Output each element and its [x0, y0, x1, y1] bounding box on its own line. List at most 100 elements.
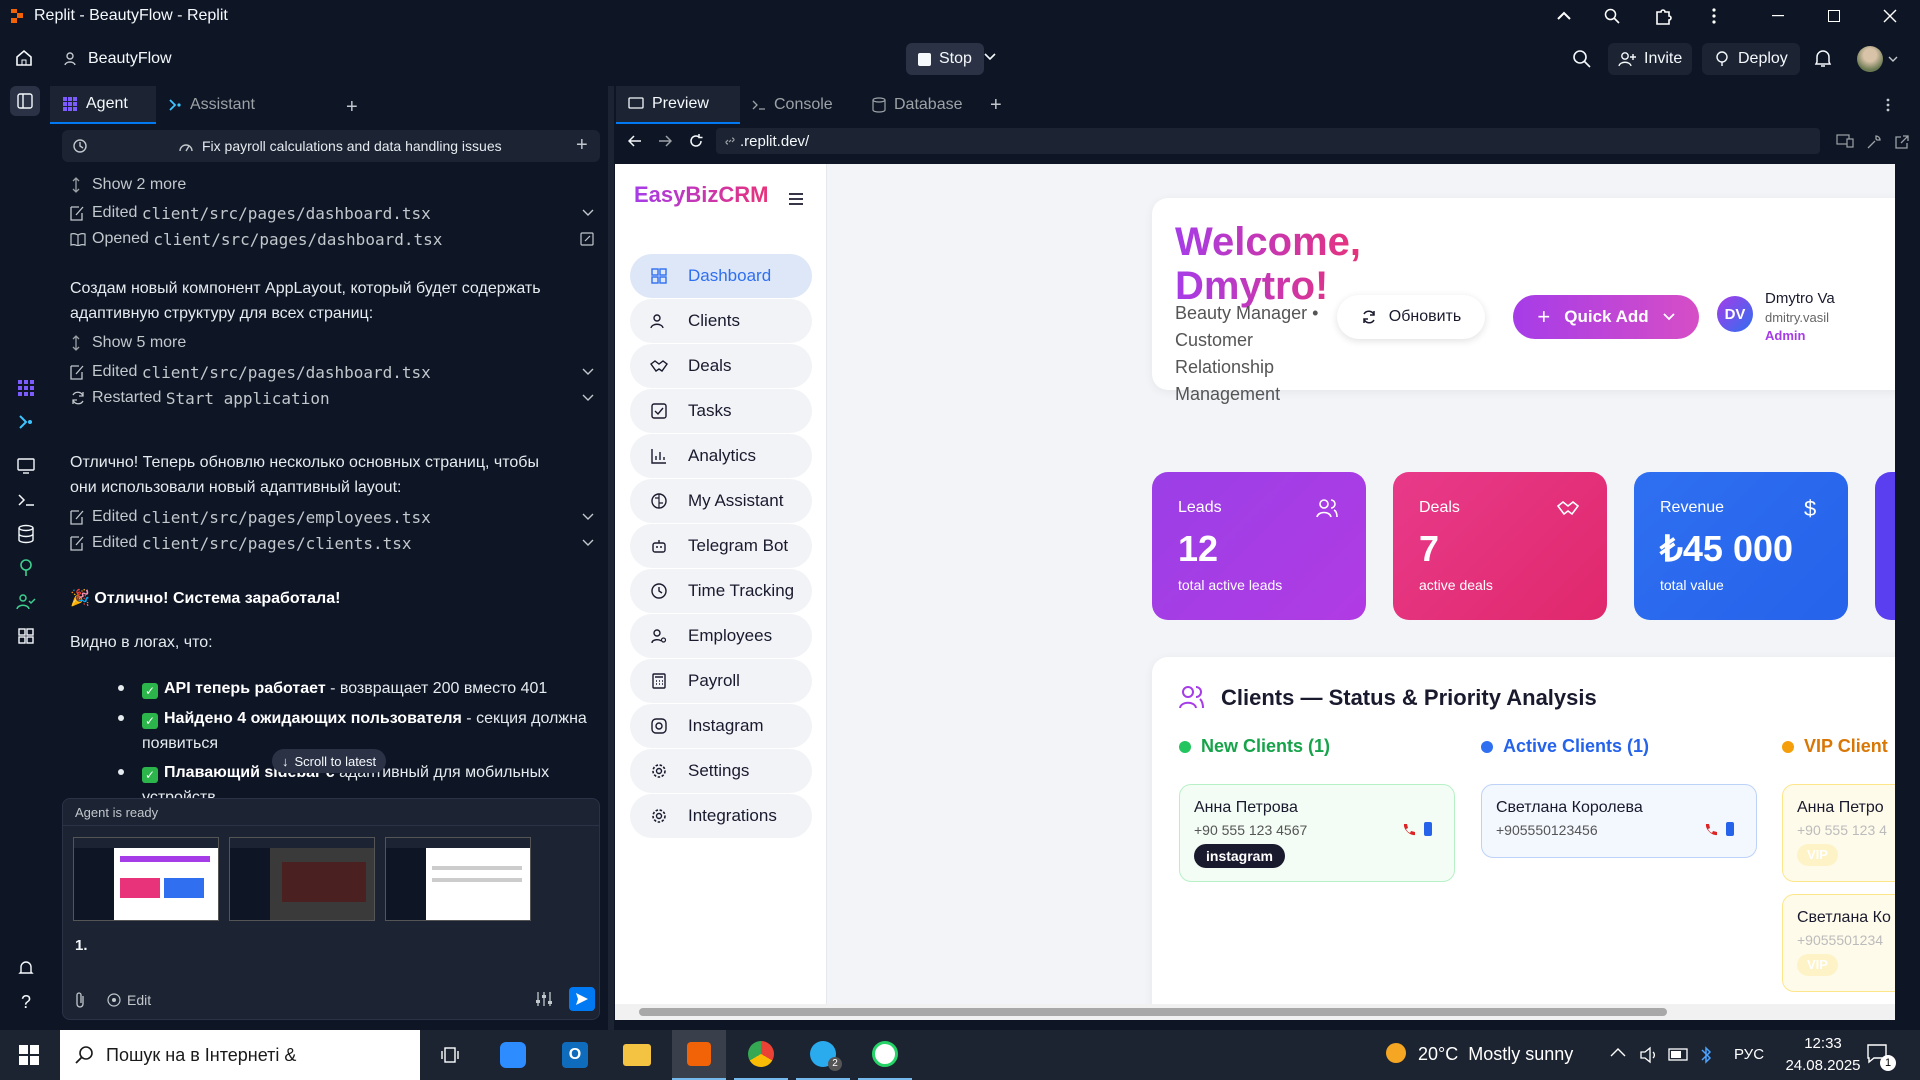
deploy-button[interactable]: Deploy: [1702, 43, 1800, 75]
checkpoint-title[interactable]: Fix payroll calculations and data handli…: [202, 138, 502, 154]
back-icon[interactable]: [628, 135, 642, 147]
deployments-icon[interactable]: [12, 554, 40, 582]
tab-agent[interactable]: Agent: [50, 86, 156, 124]
new-tab-icon[interactable]: +: [346, 96, 358, 119]
nav-tasks[interactable]: Tasks: [630, 389, 812, 433]
windows-start-icon[interactable]: [2, 1030, 56, 1080]
new-tab-icon[interactable]: +: [990, 94, 1002, 117]
battery-icon[interactable]: [1668, 1048, 1690, 1062]
horizontal-scrollbar[interactable]: [615, 1004, 1895, 1020]
all-tools-icon[interactable]: [12, 622, 40, 650]
client-card[interactable]: Светлана Королева +905550123456: [1481, 784, 1757, 858]
restart-action[interactable]: Restarted Start application: [70, 387, 600, 409]
scrollbar-thumb[interactable]: [639, 1008, 1667, 1016]
chevron-down-icon[interactable]: [582, 539, 594, 547]
invite-button[interactable]: Invite: [1608, 43, 1693, 75]
phone-icon[interactable]: [1704, 823, 1718, 837]
zoom-icon[interactable]: [1584, 0, 1640, 32]
edit-action-1[interactable]: Edited client/src/pages/dashboard.tsx: [70, 202, 600, 224]
tab-preview[interactable]: Preview: [616, 86, 740, 124]
add-icon[interactable]: +: [576, 134, 588, 157]
tab-assistant[interactable]: Assistant: [156, 86, 332, 124]
database-icon[interactable]: [12, 520, 40, 548]
client-card[interactable]: Светлана Ко +9055501234 VIP: [1782, 894, 1895, 992]
open-action[interactable]: Opened client/src/pages/dashboard.tsx: [70, 228, 600, 250]
chrome-icon[interactable]: [734, 1030, 788, 1080]
tab-database[interactable]: Database: [860, 86, 990, 124]
open-file-icon[interactable]: [580, 232, 594, 246]
nav-my-assistant[interactable]: My Assistant: [630, 479, 812, 523]
whatsapp-icon[interactable]: [858, 1030, 912, 1080]
extensions-icon[interactable]: [1636, 0, 1692, 32]
show-more-5[interactable]: Show 5 more: [70, 332, 600, 354]
edit-action-4[interactable]: Edited client/src/pages/clients.tsx: [70, 532, 600, 554]
telegram-icon[interactable]: 2: [796, 1030, 850, 1080]
project-selector[interactable]: BeautyFlow: [58, 44, 178, 74]
mobile-icon[interactable]: [1726, 822, 1734, 836]
close-icon[interactable]: [1862, 0, 1918, 32]
nav-telegram-bot[interactable]: Telegram Bot: [630, 524, 812, 568]
nav-deals[interactable]: Deals: [630, 344, 812, 388]
client-card[interactable]: Анна Петрова +90 555 123 4567 instagram: [1179, 784, 1455, 882]
quick-add-button[interactable]: + Quick Add: [1513, 295, 1699, 339]
tools-icon[interactable]: [1866, 134, 1882, 150]
phone-icon[interactable]: [1402, 823, 1416, 837]
zoom-app-icon[interactable]: [486, 1030, 540, 1080]
assistant-icon[interactable]: [12, 408, 40, 436]
bell-icon[interactable]: [1814, 48, 1832, 68]
folder-icon[interactable]: [610, 1030, 664, 1080]
search-icon[interactable]: [1572, 49, 1592, 69]
more-vertical-icon[interactable]: [1886, 98, 1890, 112]
chevron-down-icon[interactable]: [582, 394, 594, 402]
chevron-up-icon[interactable]: [1610, 1047, 1626, 1057]
nav-clients[interactable]: Clients: [630, 299, 812, 343]
clock-date[interactable]: 24.08.2025: [1778, 1057, 1868, 1074]
preview-icon[interactable]: [12, 452, 40, 480]
send-button[interactable]: [569, 987, 595, 1011]
edit-mode-button[interactable]: Edit: [107, 989, 151, 1011]
chevron-down-icon[interactable]: [582, 209, 594, 217]
replit-taskbar-icon[interactable]: [672, 1030, 726, 1080]
files-toggle-icon[interactable]: [10, 86, 40, 116]
forward-icon[interactable]: [658, 135, 672, 147]
stop-button[interactable]: Stop: [906, 43, 984, 75]
client-card[interactable]: Анна Петро +90 555 123 4 VIP: [1782, 784, 1895, 882]
attachment-thumbnail[interactable]: [73, 837, 219, 921]
stat-card-partial[interactable]: [1875, 472, 1895, 620]
outlook-icon[interactable]: O: [548, 1030, 602, 1080]
avatar-chevron-icon[interactable]: [1888, 56, 1898, 63]
show-more-2[interactable]: Show 2 more: [70, 174, 600, 196]
nav-time-tracking[interactable]: Time Tracking: [630, 569, 812, 613]
task-view-icon[interactable]: [424, 1030, 478, 1080]
stat-card-deals[interactable]: Deals 7 active deals: [1393, 472, 1607, 620]
prompt-input[interactable]: 1.: [75, 937, 88, 954]
panel-resize-handle[interactable]: [608, 86, 614, 1030]
user-avatar[interactable]: DV: [1717, 296, 1753, 332]
chevron-down-icon[interactable]: [984, 53, 996, 61]
stat-card-revenue[interactable]: Revenue $ ₺45 000 total value: [1634, 472, 1848, 620]
more-vertical-icon[interactable]: [1686, 0, 1742, 32]
nav-employees[interactable]: Employees: [630, 614, 812, 658]
nav-dashboard[interactable]: Dashboard: [630, 254, 812, 298]
nav-instagram[interactable]: Instagram: [630, 704, 812, 748]
avatar[interactable]: [1857, 46, 1883, 72]
chevron-down-icon[interactable]: [582, 368, 594, 376]
volume-icon[interactable]: [1640, 1046, 1660, 1064]
devices-icon[interactable]: [1836, 134, 1854, 148]
tab-console[interactable]: Console: [740, 86, 860, 124]
attachment-thumbnail[interactable]: [385, 837, 531, 921]
weather-text[interactable]: 20°C Mostly sunny: [1418, 1044, 1573, 1065]
agent-icon[interactable]: [12, 374, 40, 402]
alerts-icon[interactable]: [12, 954, 40, 982]
edit-action-3[interactable]: Edited client/src/pages/employees.tsx: [70, 506, 600, 528]
menu-icon[interactable]: [788, 192, 804, 206]
help-icon[interactable]: ?: [12, 988, 40, 1016]
minimize-icon[interactable]: [1750, 0, 1806, 32]
nav-analytics[interactable]: Analytics: [630, 434, 812, 478]
paperclip-icon[interactable]: [73, 991, 87, 1009]
home-icon[interactable]: [14, 48, 34, 68]
history-icon[interactable]: [72, 138, 88, 154]
user-check-icon[interactable]: [12, 588, 40, 616]
scroll-to-latest-button[interactable]: ↓ Scroll to latest: [272, 749, 387, 773]
bluetooth-icon[interactable]: [1700, 1045, 1712, 1065]
